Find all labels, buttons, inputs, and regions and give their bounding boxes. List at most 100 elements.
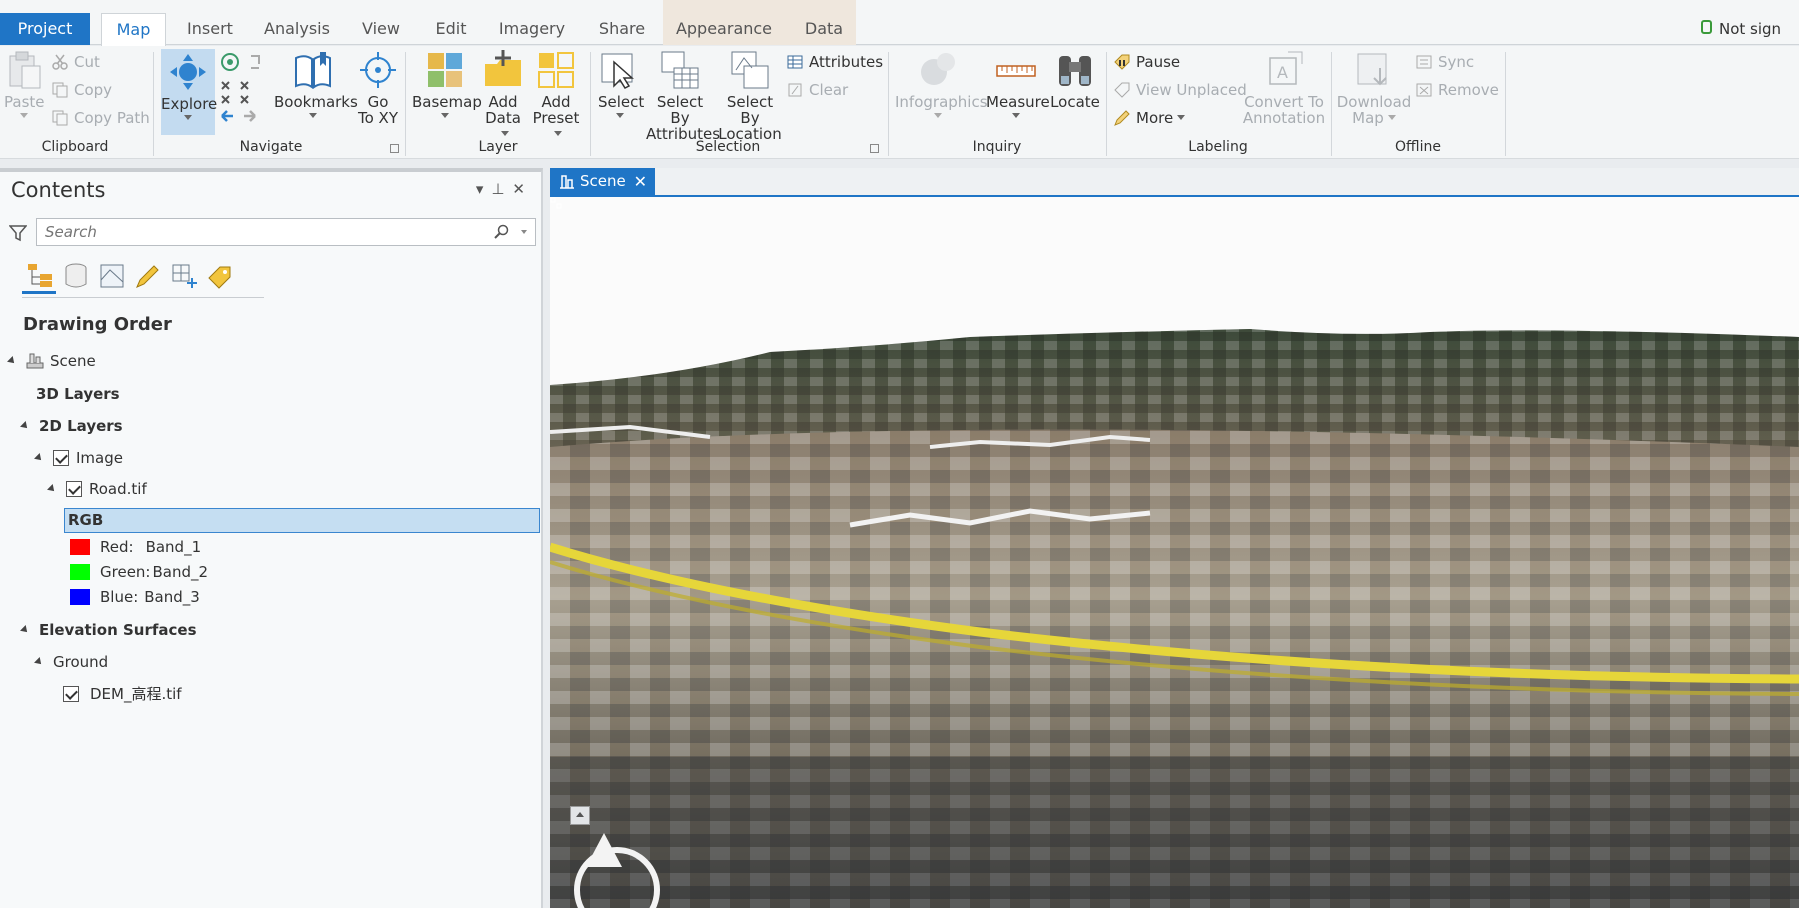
measure-label: Measure bbox=[986, 93, 1050, 111]
tree-node-3d-layers[interactable]: 3D Layers bbox=[36, 382, 120, 406]
rgb-symbology-row[interactable]: RGB bbox=[64, 508, 540, 533]
chevron-down-icon[interactable] bbox=[521, 230, 527, 234]
copy-icon bbox=[52, 82, 68, 98]
cut-button[interactable]: Cut bbox=[52, 51, 100, 73]
navigator-expand-button[interactable] bbox=[570, 806, 590, 825]
selection-launcher[interactable] bbox=[870, 144, 879, 153]
collapse-icon[interactable] bbox=[20, 625, 30, 635]
list-by-snapping-tab[interactable] bbox=[166, 258, 200, 294]
paste-button[interactable]: Paste bbox=[4, 50, 45, 118]
tree-node-road-tif[interactable]: Road.tif bbox=[47, 477, 147, 501]
convert-to-annotation-button[interactable]: A Convert To Annotation bbox=[1241, 50, 1327, 126]
band-row-green[interactable]: Green: Band_2 bbox=[70, 561, 208, 583]
list-by-source-tab[interactable] bbox=[58, 258, 92, 294]
collapse-icon[interactable] bbox=[34, 453, 44, 463]
tab-project[interactable]: Project bbox=[0, 13, 90, 45]
collapse-icon[interactable] bbox=[7, 356, 17, 366]
band-row-red[interactable]: Red: Band_1 bbox=[70, 536, 201, 558]
tree-node-image[interactable]: Image bbox=[34, 446, 123, 470]
tree-node-ground[interactable]: Ground bbox=[34, 650, 108, 674]
band-row-blue[interactable]: Blue: Band_3 bbox=[70, 586, 200, 608]
tab-appearance[interactable]: Appearance bbox=[673, 13, 775, 45]
tree-node-elevation-surfaces[interactable]: Elevation Surfaces bbox=[20, 618, 197, 642]
tab-view[interactable]: View bbox=[358, 13, 404, 45]
measure-button[interactable]: Measure bbox=[986, 50, 1050, 118]
sync-button[interactable]: Sync bbox=[1416, 51, 1474, 73]
tab-analysis[interactable]: Analysis bbox=[262, 13, 332, 45]
copy-label: Copy bbox=[74, 81, 113, 99]
view-unplaced-button[interactable]: View Unplaced bbox=[1114, 79, 1247, 101]
sign-in-status[interactable]: Not sign bbox=[1701, 14, 1799, 44]
infographics-button[interactable]: Infographics bbox=[895, 50, 988, 118]
collapse-icon[interactable] bbox=[34, 657, 44, 667]
navigate-launcher[interactable] bbox=[390, 144, 399, 153]
layer-group-label: Layer bbox=[478, 139, 518, 155]
search-input[interactable] bbox=[37, 219, 477, 245]
zoom-tools-icon[interactable] bbox=[219, 52, 269, 130]
select-by-attributes-button[interactable]: Select By Attributes bbox=[646, 50, 720, 142]
clear-selection-button[interactable]: Clear bbox=[787, 79, 848, 101]
road-visibility-checkbox[interactable] bbox=[66, 481, 82, 497]
group-separator bbox=[888, 52, 889, 156]
go-to-xy-button[interactable]: Go To XY bbox=[356, 50, 400, 126]
copy-button[interactable]: Copy bbox=[52, 79, 112, 101]
select-by-location-button[interactable]: Select By Location bbox=[716, 50, 784, 142]
list-by-drawing-order-tab[interactable] bbox=[22, 258, 56, 294]
search-icon[interactable] bbox=[494, 224, 509, 239]
select-button[interactable]: Select bbox=[598, 50, 644, 118]
copy-path-button[interactable]: Copy Path bbox=[52, 107, 150, 129]
list-by-selection-tab[interactable] bbox=[94, 258, 128, 294]
add-data-button[interactable]: Add Data bbox=[480, 50, 526, 142]
search-box[interactable] bbox=[36, 218, 536, 246]
more-labeling-button[interactable]: More bbox=[1114, 107, 1186, 129]
explore-button[interactable]: Explore bbox=[161, 49, 217, 135]
list-by-editing-tab[interactable] bbox=[130, 258, 164, 294]
tree-node-2d-layers[interactable]: 2D Layers bbox=[20, 414, 123, 438]
tree-node-dem[interactable]: DEM_高程.tif bbox=[63, 682, 182, 706]
remove-offline-button[interactable]: Remove bbox=[1416, 79, 1499, 101]
collapse-icon[interactable] bbox=[20, 421, 30, 431]
sync-icon bbox=[1416, 55, 1432, 69]
list-by-labeling-tab[interactable] bbox=[202, 258, 236, 294]
pin-icon[interactable]: ⊥ bbox=[491, 180, 512, 198]
attributes-button[interactable]: Attributes bbox=[787, 51, 883, 73]
navigator-toggle-icon[interactable] bbox=[550, 197, 562, 209]
copy-path-label: Copy Path bbox=[74, 109, 150, 127]
group-separator bbox=[590, 52, 591, 156]
contents-view-tabs bbox=[22, 258, 264, 298]
tab-share[interactable]: Share bbox=[597, 13, 647, 45]
view-tab-bar: Scene ✕ bbox=[550, 168, 1799, 197]
copy-path-icon bbox=[52, 110, 68, 126]
dem-visibility-checkbox[interactable] bbox=[63, 686, 79, 702]
group-separator bbox=[1505, 52, 1506, 156]
tab-data[interactable]: Data bbox=[800, 13, 848, 45]
bookmarks-button[interactable]: Bookmarks bbox=[274, 50, 358, 118]
download-map-button[interactable]: Download Map bbox=[1336, 50, 1412, 126]
2d-layers-label: 2D Layers bbox=[39, 417, 123, 435]
tab-edit[interactable]: Edit bbox=[433, 13, 469, 45]
collapse-icon[interactable] bbox=[47, 484, 57, 494]
drawing-order-icon bbox=[28, 264, 52, 287]
close-icon[interactable]: ✕ bbox=[634, 168, 647, 195]
band-label: Red: bbox=[100, 538, 134, 556]
locate-button[interactable]: Locate bbox=[1050, 50, 1100, 110]
pause-labeling-button[interactable]: Pause bbox=[1114, 51, 1180, 73]
pane-menu-icon[interactable]: ▾ bbox=[476, 180, 492, 198]
scene-3d-view[interactable] bbox=[550, 197, 1799, 908]
add-preset-button[interactable]: Add Preset bbox=[530, 50, 582, 142]
group-separator bbox=[1331, 52, 1332, 156]
label-tag-icon bbox=[208, 266, 231, 289]
dem-label: DEM_高程.tif bbox=[90, 685, 182, 703]
tab-insert[interactable]: Insert bbox=[182, 13, 238, 45]
tree-node-scene[interactable]: Scene bbox=[7, 349, 96, 373]
tab-scene[interactable]: Scene ✕ bbox=[550, 168, 655, 195]
tab-imagery[interactable]: Imagery bbox=[495, 13, 569, 45]
image-visibility-checkbox[interactable] bbox=[53, 450, 69, 466]
select-by-attributes-label-1: Select By bbox=[656, 93, 704, 127]
filter-icon[interactable] bbox=[9, 224, 27, 242]
bookmarks-label: Bookmarks bbox=[274, 93, 358, 111]
basemap-button[interactable]: Basemap bbox=[412, 50, 482, 118]
tab-map[interactable]: Map bbox=[101, 13, 166, 46]
pencil-icon bbox=[136, 265, 159, 288]
close-pane-icon[interactable]: ✕ bbox=[512, 180, 533, 198]
